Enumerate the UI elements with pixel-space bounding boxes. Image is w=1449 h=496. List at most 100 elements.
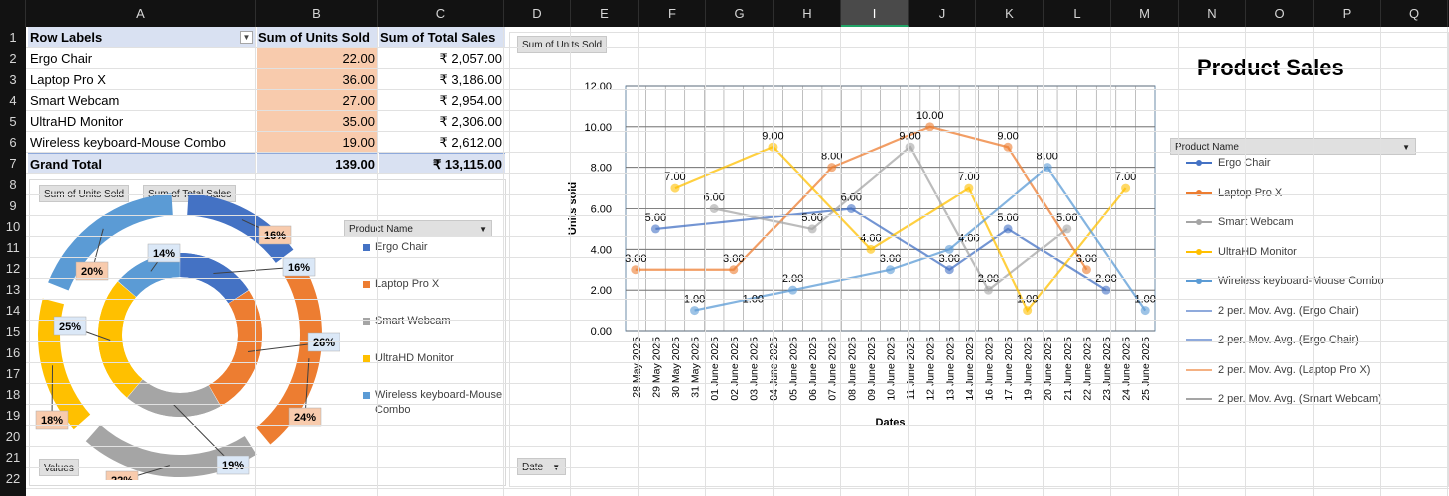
select-all-corner[interactable] [0,0,26,27]
column-header-f[interactable]: F [639,0,706,27]
row-header-14[interactable]: 14 [0,300,26,321]
line-legend-item[interactable]: Wireless keyboard-Mouse Combo [1178,273,1428,289]
row-header-12[interactable]: 12 [0,258,26,279]
series-marker[interactable] [807,224,817,234]
row-header-15[interactable]: 15 [0,321,26,342]
column-header-h[interactable]: H [774,0,841,27]
column-header-k[interactable]: K [976,0,1044,27]
line-legend-item[interactable]: 2 per. Mov. Avg. (Laptop Pro X) [1178,362,1428,378]
legend-item[interactable]: Laptop Pro X [363,277,503,292]
row-header-16[interactable]: 16 [0,342,26,363]
column-header-p[interactable]: P [1314,0,1381,27]
pivot-header-sales[interactable]: Sum of Total Sales [379,27,505,48]
line-legend-item[interactable]: Ergo Chair [1178,155,1428,171]
row-header-3[interactable]: 3 [0,69,26,90]
pivot-row-label[interactable]: Wireless keyboard-Mouse Combo [28,132,256,153]
legend-field-button[interactable]: Product Name ▼ [344,220,492,237]
column-header-d[interactable]: D [504,0,571,27]
column-header-j[interactable]: J [909,0,976,27]
line-legend-item[interactable]: 2 per. Mov. Avg. (Ergo Chair) [1178,303,1428,319]
series-marker[interactable] [925,122,935,132]
grand-total-sales[interactable]: ₹ 13,115.00 [379,153,505,174]
grand-total-label[interactable]: Grand Total [28,153,256,174]
legend-item[interactable]: Wireless keyboard-Mouse Combo [363,388,503,418]
series-marker[interactable] [886,265,895,275]
row-header-7[interactable]: 7 [0,153,26,174]
legend-item[interactable]: Smart Webcam [363,314,503,329]
pivot-row-sales[interactable]: ₹ 2,057.00 [379,48,505,69]
pivot-row-units[interactable]: 36.00 [257,69,378,90]
column-header-o[interactable]: O [1246,0,1314,27]
row-header-10[interactable]: 10 [0,216,26,237]
column-header-c[interactable]: C [378,0,504,27]
row-header-21[interactable]: 21 [0,447,26,468]
pivot-row-label[interactable]: UltraHD Monitor [28,111,256,132]
pivot-header-row-labels[interactable]: Row Labels ▼ [28,27,256,48]
line-legend-item[interactable]: Laptop Pro X [1178,185,1428,201]
line-pivot-chart[interactable]: Sum of Units Sold Date ▼ Product Sales 0… [509,32,1449,487]
row-header-11[interactable]: 11 [0,237,26,258]
pivot-row-units[interactable]: 27.00 [257,90,378,111]
legend-item[interactable]: Ergo Chair [363,240,503,255]
row-header-9[interactable]: 9 [0,195,26,216]
column-header-g[interactable]: G [706,0,774,27]
pivot-row-units[interactable]: 35.00 [257,111,378,132]
pivot-row-label[interactable]: Smart Webcam [28,90,256,111]
row-header-6[interactable]: 6 [0,132,26,153]
column-header-n[interactable]: N [1179,0,1246,27]
worksheet-grid[interactable]: Row Labels ▼ Sum of Units Sold Sum of To… [26,27,1449,496]
pivot-row-units[interactable]: 22.00 [257,48,378,69]
series-marker[interactable] [1042,163,1052,173]
series-marker[interactable] [670,183,680,193]
column-header-i[interactable]: I [841,0,909,27]
row-header-13[interactable]: 13 [0,279,26,300]
series-marker[interactable] [690,306,700,316]
series-marker[interactable] [1023,306,1033,316]
row-labels-filter-button[interactable]: ▼ [240,31,253,44]
row-header-2[interactable]: 2 [0,48,26,69]
series-marker[interactable] [905,142,915,152]
pivot-row-sales[interactable]: ₹ 2,954.00 [379,90,505,111]
series-marker[interactable] [866,244,876,254]
series-marker[interactable] [1081,265,1091,275]
legend-item[interactable]: UltraHD Monitor [363,351,503,366]
row-header-4[interactable]: 4 [0,90,26,111]
series-marker[interactable] [1121,183,1131,193]
row-header-18[interactable]: 18 [0,384,26,405]
pivot-row-sales[interactable]: ₹ 2,306.00 [379,111,505,132]
series-marker[interactable] [827,163,837,173]
column-header-m[interactable]: M [1111,0,1179,27]
line-legend-item[interactable]: Smart Webcam [1178,214,1428,230]
series-marker[interactable] [1003,224,1013,234]
line-legend-item[interactable]: 2 per. Mov. Avg. (Ergo Chair) [1178,332,1428,348]
column-header-a[interactable]: A [26,0,256,27]
series-marker[interactable] [846,204,856,213]
row-header-8[interactable]: 8 [0,174,26,195]
row-header-1[interactable]: 1 [0,27,26,48]
series-marker[interactable] [1062,224,1072,234]
pivot-row-units[interactable]: 19.00 [257,132,378,153]
grand-total-units[interactable]: 139.00 [257,153,378,174]
pivot-row-label[interactable]: Ergo Chair [28,48,256,69]
donut-ring1-slice-2[interactable] [127,379,221,417]
row-header-20[interactable]: 20 [0,426,26,447]
series-marker[interactable] [983,285,993,295]
series-marker[interactable] [964,183,974,193]
column-header-l[interactable]: L [1044,0,1111,27]
pivot-row-sales[interactable]: ₹ 2,612.00 [379,132,505,153]
column-header-e[interactable]: E [571,0,639,27]
column-header-q[interactable]: Q [1381,0,1448,27]
series-marker[interactable] [1140,306,1150,316]
row-header-22[interactable]: 22 [0,468,26,489]
series-marker[interactable] [650,224,660,234]
row-header-19[interactable]: 19 [0,405,26,426]
doughnut-pivot-chart[interactable]: Sum of Units Sold Sum of Total Sales Val… [29,179,506,486]
column-header-b[interactable]: B [256,0,378,27]
row-header-17[interactable]: 17 [0,363,26,384]
pivot-header-units[interactable]: Sum of Units Sold [257,27,378,48]
series-marker[interactable] [944,265,954,275]
series-marker[interactable] [709,204,719,213]
series-marker[interactable] [788,285,798,295]
row-header-5[interactable]: 5 [0,111,26,132]
series-marker[interactable] [1003,142,1013,152]
